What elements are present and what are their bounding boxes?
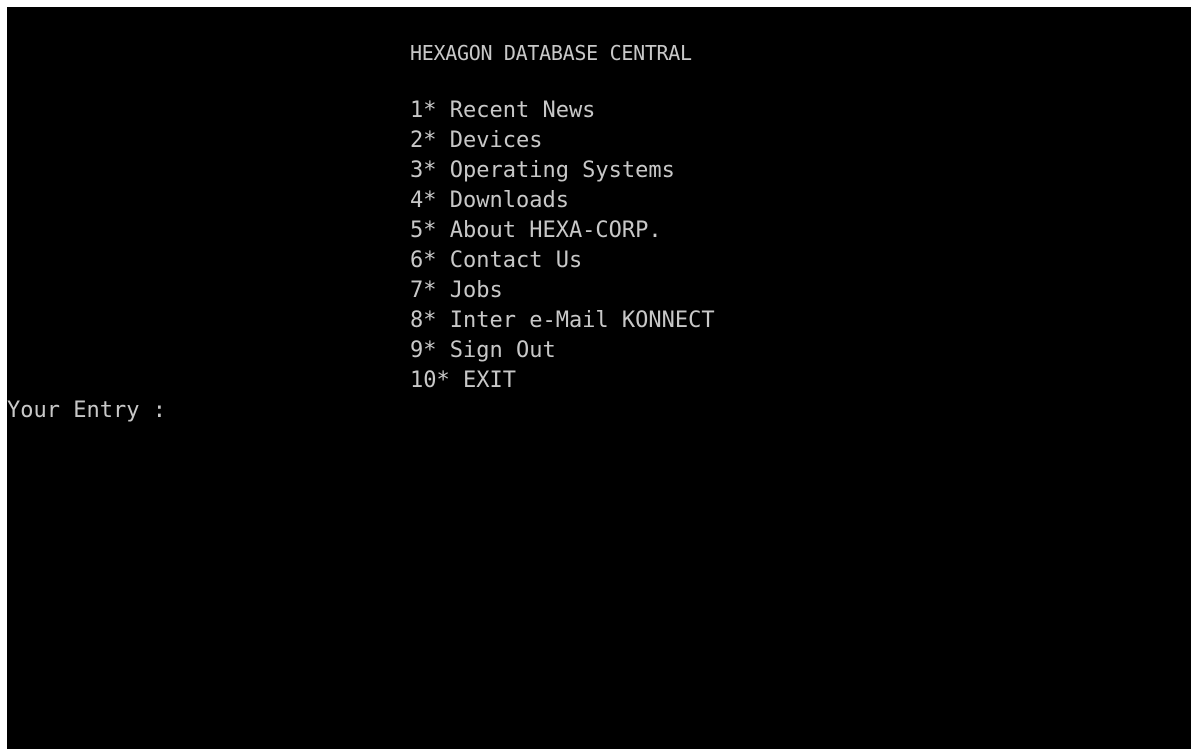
menu-item-jobs[interactable]: 7* Jobs <box>410 276 715 306</box>
menu-item-contact-us[interactable]: 6* Contact Us <box>410 246 715 276</box>
main-menu: 1* Recent News 2* Devices 3* Operating S… <box>410 96 715 396</box>
menu-item-operating-systems[interactable]: 3* Operating Systems <box>410 156 715 186</box>
terminal-screen: HEXAGON DATABASE CENTRAL 1* Recent News … <box>7 7 1191 749</box>
entry-prompt: Your Entry : <box>7 396 578 426</box>
menu-item-recent-news[interactable]: 1* Recent News <box>410 96 715 126</box>
menu-item-about[interactable]: 5* About HEXA-CORP. <box>410 216 715 246</box>
menu-item-exit[interactable]: 10* EXIT <box>410 366 715 396</box>
menu-item-sign-out[interactable]: 9* Sign Out <box>410 336 715 366</box>
menu-item-email-konnect[interactable]: 8* Inter e-Mail KONNECT <box>410 306 715 336</box>
page-title: HEXAGON DATABASE CENTRAL <box>410 41 692 65</box>
menu-item-downloads[interactable]: 4* Downloads <box>410 186 715 216</box>
menu-item-devices[interactable]: 2* Devices <box>410 126 715 156</box>
entry-input[interactable] <box>177 398 578 424</box>
entry-label: Your Entry : <box>7 398 166 423</box>
